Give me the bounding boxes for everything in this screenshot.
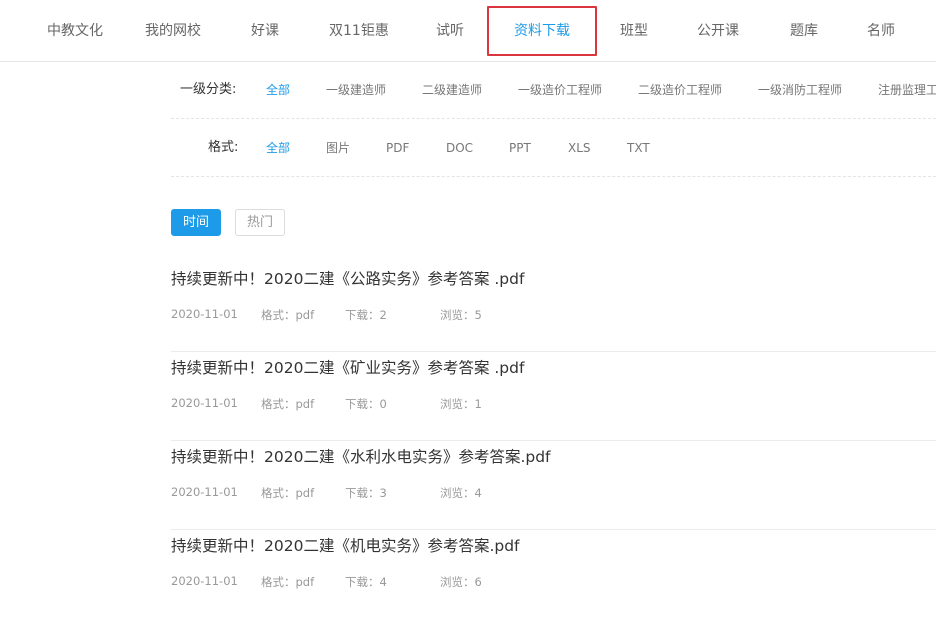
list-item: 持续更新中！2020二建《机电实务》参考答案.pdf 2020-11-01 格式… [171, 530, 936, 619]
format-option-txt[interactable]: TXT [627, 119, 650, 177]
format-option-ppt[interactable]: PPT [509, 119, 531, 177]
nav-item-my-school[interactable]: 我的网校 [145, 0, 201, 62]
format-option-xls[interactable]: XLS [568, 119, 591, 177]
item-title[interactable]: 持续更新中！2020二建《水利水电实务》参考答案.pdf [171, 445, 551, 467]
format-option-image[interactable]: 图片 [326, 119, 350, 177]
item-format: 格式：pdf [261, 486, 315, 500]
nav-item-double11-deals[interactable]: 双11钜惠 [329, 0, 389, 62]
format-option-all[interactable]: 全部 [266, 119, 290, 177]
nav-item-famous-teachers[interactable]: 名师 [867, 0, 895, 62]
item-title[interactable]: 持续更新中！2020二建《矿业实务》参考答案 .pdf [171, 356, 524, 378]
item-downloads: 下载：4 [345, 575, 387, 589]
nav-item-good-courses[interactable]: 好课 [251, 0, 279, 62]
category-option-second-class-cost-engineer[interactable]: 二级造价工程师 [638, 61, 722, 119]
item-downloads: 下载：0 [345, 397, 387, 411]
item-views: 浏览：5 [440, 308, 482, 322]
list-item: 持续更新中！2020二建《水利水电实务》参考答案.pdf 2020-11-01 … [171, 441, 936, 530]
list-item: 持续更新中！2020二建《公路实务》参考答案 .pdf 2020-11-01 格… [171, 263, 936, 352]
item-format: 格式：pdf [261, 397, 315, 411]
format-filter-row: 格式: 全部 图片 PDF DOC PPT XLS TXT [171, 119, 936, 177]
nav-item-class-types[interactable]: 班型 [620, 0, 648, 62]
sort-by-time-button[interactable]: 时间 [171, 209, 221, 236]
category-option-first-class-constructor[interactable]: 一级建造师 [326, 61, 386, 119]
item-views: 浏览：4 [440, 486, 482, 500]
item-views: 浏览：6 [440, 575, 482, 589]
item-date: 2020-11-01 [171, 485, 238, 499]
item-title[interactable]: 持续更新中！2020二建《机电实务》参考答案.pdf [171, 534, 520, 556]
nav-item-question-bank[interactable]: 题库 [790, 0, 818, 62]
sort-by-hot-button[interactable]: 热门 [235, 209, 285, 236]
category-option-second-class-constructor[interactable]: 二级建造师 [422, 61, 482, 119]
category-option-first-class-fire-engineer[interactable]: 一级消防工程师 [758, 61, 842, 119]
item-downloads: 下载：3 [345, 486, 387, 500]
format-option-pdf[interactable]: PDF [386, 119, 409, 177]
category-option-registered-supervisor[interactable]: 注册监理工 [878, 61, 936, 119]
item-title[interactable]: 持续更新中！2020二建《公路实务》参考答案 .pdf [171, 267, 524, 289]
item-downloads: 下载：2 [345, 308, 387, 322]
item-views: 浏览：1 [440, 397, 482, 411]
item-date: 2020-11-01 [171, 574, 238, 588]
top-nav: 中教文化 我的网校 好课 双11钜惠 试听 资料下载 班型 公开课 题库 名师 [0, 0, 936, 62]
category-option-first-class-cost-engineer[interactable]: 一级造价工程师 [518, 61, 602, 119]
list-item: 持续更新中！2020二建《矿业实务》参考答案 .pdf 2020-11-01 格… [171, 352, 936, 441]
format-filter-label: 格式: [208, 140, 239, 155]
item-format: 格式：pdf [261, 575, 315, 589]
format-option-doc[interactable]: DOC [446, 119, 473, 177]
item-date: 2020-11-01 [171, 396, 238, 410]
category-filter-label: 一级分类: [180, 82, 237, 97]
item-format: 格式：pdf [261, 308, 315, 322]
nav-item-zhongjiao-culture[interactable]: 中教文化 [47, 0, 103, 62]
nav-item-trial[interactable]: 试听 [436, 0, 464, 62]
nav-item-material-download[interactable]: 资料下载 [514, 0, 570, 62]
category-filter-row: 一级分类: 全部 一级建造师 二级建造师 一级造价工程师 二级造价工程师 一级消… [171, 61, 936, 119]
category-option-all[interactable]: 全部 [266, 61, 290, 119]
nav-item-open-courses[interactable]: 公开课 [697, 0, 739, 62]
item-date: 2020-11-01 [171, 307, 238, 321]
